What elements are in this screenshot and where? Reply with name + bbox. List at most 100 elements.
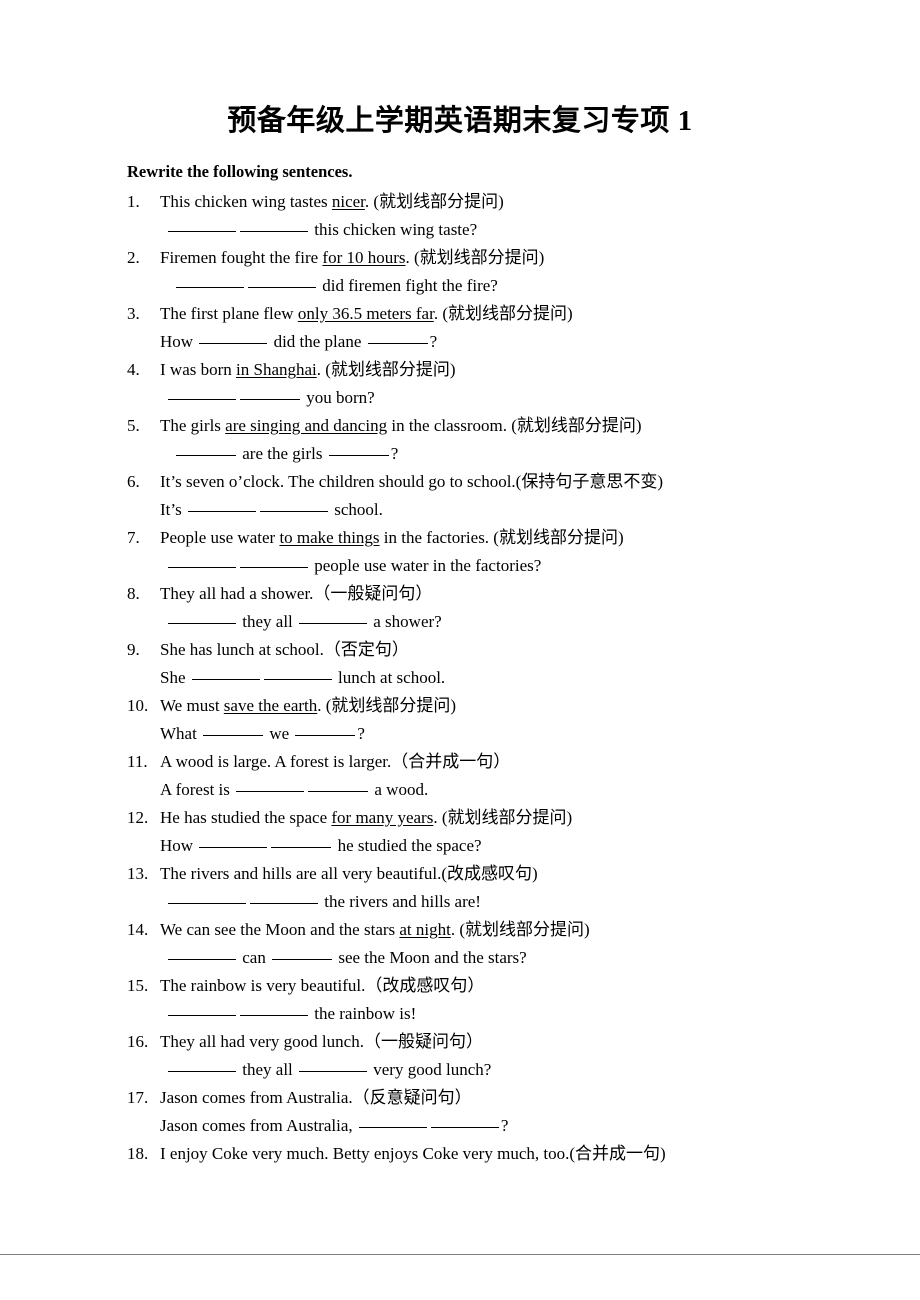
- question-number: 2.: [127, 248, 140, 267]
- answer-blank[interactable]: [299, 1058, 368, 1072]
- question-prompt-line: 3. The first plane flew only 36.5 meters…: [127, 300, 827, 328]
- answer-blank[interactable]: [358, 1114, 427, 1128]
- answer-post: the rainbow is!: [310, 1004, 417, 1023]
- question-number: 17.: [127, 1088, 149, 1107]
- footer-divider: [0, 1254, 920, 1255]
- prompt-underlined: at night: [399, 920, 451, 939]
- section-heading: Rewrite the following sentences.: [127, 162, 353, 181]
- answer-blank[interactable]: [168, 1058, 236, 1072]
- answer-mid: they all: [238, 1060, 298, 1079]
- answer-post: a wood.: [370, 780, 429, 799]
- answer-blank[interactable]: [199, 834, 268, 848]
- answer-blank[interactable]: [271, 834, 332, 848]
- answer-blank[interactable]: [295, 722, 356, 736]
- answer-line: How did the plane ?: [127, 328, 827, 356]
- answer-blank[interactable]: [168, 890, 246, 904]
- answer-line: It’s school.: [127, 496, 827, 524]
- answer-blank[interactable]: [240, 554, 308, 568]
- answer-pre: How: [160, 836, 198, 855]
- question-number: 1.: [127, 192, 140, 211]
- answer-pre: She: [160, 668, 190, 687]
- prompt-pre: Firemen fought the fire: [160, 248, 323, 267]
- answer-pre: What: [160, 724, 202, 743]
- answer-post: very good lunch?: [369, 1060, 492, 1079]
- question-number: 4.: [127, 360, 140, 379]
- question-prompt: The first plane flew only 36.5 meters fa…: [160, 300, 573, 328]
- question-item-18: 18. I enjoy Coke very much. Betty enjoys…: [127, 1140, 827, 1168]
- answer-post: you born?: [302, 388, 375, 407]
- answer-blank[interactable]: [328, 442, 389, 456]
- answer-line: can see the Moon and the stars?: [127, 944, 827, 972]
- prompt-pre: The first plane flew: [160, 304, 298, 323]
- answer-blank[interactable]: [308, 778, 369, 792]
- question-item-1: 1. This chicken wing tastes nicer. (就划线部…: [127, 188, 827, 244]
- answer-post: ?: [390, 444, 399, 463]
- answer-blank[interactable]: [199, 330, 268, 344]
- answer-post: ?: [500, 1116, 509, 1135]
- answer-blank[interactable]: [176, 442, 236, 456]
- question-prompt-line: 6. It’s seven o’clock. The children shou…: [127, 468, 827, 496]
- question-prompt-line: 13. The rivers and hills are all very be…: [127, 860, 827, 888]
- answer-blank[interactable]: [240, 386, 300, 400]
- question-prompt-line: 5. The girls are singing and dancing in …: [127, 412, 827, 440]
- prompt-pre: We can see the Moon and the stars: [160, 920, 400, 939]
- question-prompt: He has studied the space for many years.…: [160, 804, 572, 832]
- answer-line: they all a shower?: [127, 608, 827, 636]
- answer-blank[interactable]: [259, 498, 328, 512]
- answer-blank[interactable]: [240, 1002, 308, 1016]
- answer-blank[interactable]: [430, 1114, 499, 1128]
- prompt-pre: People use water: [160, 528, 280, 547]
- question-number: 18.: [127, 1144, 149, 1163]
- prompt-pre: We must: [160, 696, 224, 715]
- answer-blank[interactable]: [187, 498, 256, 512]
- answer-line: Jason comes from Australia, ?: [127, 1112, 827, 1140]
- prompt-pre: He has studied the space: [160, 808, 332, 827]
- prompt-pre: This chicken wing tastes: [160, 192, 332, 211]
- answer-blank[interactable]: [272, 946, 333, 960]
- answer-blank[interactable]: [240, 218, 308, 232]
- answer-blank[interactable]: [168, 554, 236, 568]
- question-item-5: 5. The girls are singing and dancing in …: [127, 412, 827, 468]
- answer-blank[interactable]: [236, 778, 305, 792]
- answer-blank[interactable]: [250, 890, 318, 904]
- answer-line: the rivers and hills are!: [127, 888, 827, 916]
- answer-post: a shower?: [369, 612, 442, 631]
- answer-blank[interactable]: [168, 386, 236, 400]
- question-prompt-line: 10. We must save the earth. (就划线部分提问): [127, 692, 827, 720]
- question-prompt: A wood is large. A forest is larger.（合并成…: [160, 752, 511, 771]
- question-number: 15.: [127, 976, 149, 995]
- prompt-underlined: for many years: [331, 808, 434, 827]
- answer-blank[interactable]: [248, 274, 316, 288]
- answer-blank[interactable]: [168, 946, 236, 960]
- answer-blank[interactable]: [168, 1002, 236, 1016]
- answer-blank[interactable]: [263, 666, 332, 680]
- answer-blank[interactable]: [176, 274, 244, 288]
- answer-line: What we ?: [127, 720, 827, 748]
- answer-mid: we: [265, 724, 294, 743]
- question-number: 14.: [127, 920, 149, 939]
- question-prompt-line: 2. Firemen fought the fire for 10 hours.…: [127, 244, 827, 272]
- question-prompt: Firemen fought the fire for 10 hours. (就…: [160, 244, 544, 272]
- question-number: 16.: [127, 1032, 149, 1051]
- question-prompt: We must save the earth. (就划线部分提问): [160, 692, 456, 720]
- question-prompt-line: 9. She has lunch at school.（否定句）: [127, 636, 827, 664]
- answer-blank[interactable]: [168, 218, 236, 232]
- answer-line: She lunch at school.: [127, 664, 827, 692]
- question-item-12: 12. He has studied the space for many ye…: [127, 804, 827, 860]
- page-title: 预备年级上学期英语期末复习专项 1: [227, 105, 693, 137]
- question-prompt: They all had very good lunch.（一般疑问句）: [160, 1032, 483, 1051]
- answer-blank[interactable]: [191, 666, 260, 680]
- prompt-post: in the classroom. (就划线部分提问): [387, 416, 642, 435]
- question-prompt-line: 15. The rainbow is very beautiful.（改成感叹句…: [127, 972, 827, 1000]
- question-prompt: Jason comes from Australia.（反意疑问句）: [160, 1088, 472, 1107]
- question-prompt: She has lunch at school.（否定句）: [160, 640, 409, 659]
- answer-pre: A forest is: [160, 780, 235, 799]
- answer-blank[interactable]: [367, 330, 428, 344]
- question-prompt: It’s seven o’clock. The children should …: [160, 472, 663, 491]
- answer-blank[interactable]: [299, 610, 368, 624]
- worksheet-page: 预备年级上学期英语期末复习专项 1 Rewrite the following …: [0, 0, 920, 1300]
- answer-blank[interactable]: [168, 610, 236, 624]
- answer-blank[interactable]: [203, 722, 264, 736]
- question-number: 13.: [127, 864, 149, 883]
- prompt-underlined: only 36.5 meters far: [297, 304, 434, 323]
